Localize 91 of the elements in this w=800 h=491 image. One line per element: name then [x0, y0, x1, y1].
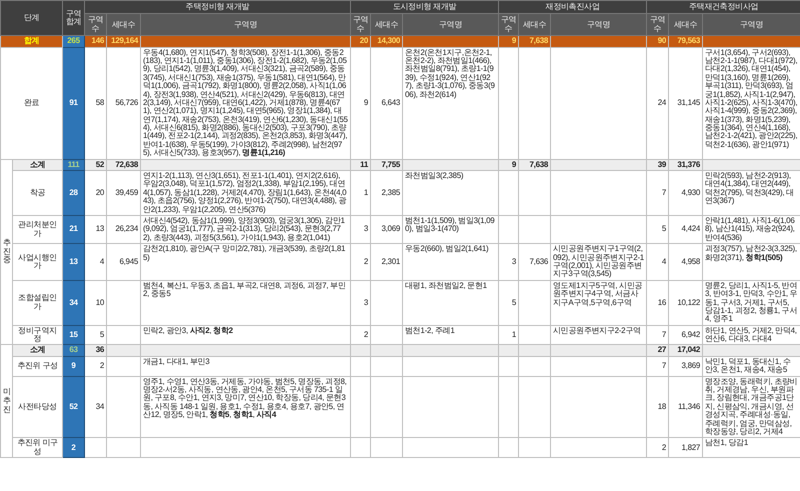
district-names: 구서1(3,654), 구서2(693), 남천2-1-1(987), 다대1(972), 다대2(1,326), 대연1(454), 만덕1(3,160), 명륜1(269), 부곡1(311), 만덕3(693), 엄궁1(1,852), 사직1-1(2,947), 사직1-2(625), 사직1-3(470), 사직1-4(999), 중동2(2,369), 재송1(373), 화명1(5,239), 중동1(364), 연산4(1,168), 남천2-1-2(421), 광안2(225), 덕천2-1(636), 광안1(971) [702, 47, 800, 160]
column-header: 세대수 [370, 14, 403, 36]
group-header: 재정비촉진사업 [498, 0, 647, 14]
count-cell: 2 [84, 356, 106, 376]
household-cell: 31,145 [668, 47, 703, 160]
count-cell: 3 [350, 280, 371, 326]
count-cell: 1 [350, 170, 371, 216]
count-cell: 7 [646, 170, 669, 216]
district-names: 범천4, 복산1, 우동3, 초읍1, 부곡2, 대연8, 괴정6, 괴정7, 부민2, 중동5 [140, 280, 351, 326]
district-names: 안락1(1,481), 사직1-6(1,068), 남산1(415), 재송2(924), 반여4(536) [702, 215, 800, 244]
district-names: 명장조양, 동래럭키, 초량비취, 거제경남, 우신, 부원파크, 장림현대, 개금주공1단지, 신평삼익, 개금시영, 선경성지곡, 주례대성·동일, 주례럭키, 엄궁, 만덕삼성, 학장동양, 당리2, 거제4 [702, 376, 800, 438]
column-header: 구역명 [702, 14, 800, 36]
household-cell: 4,424 [668, 215, 703, 244]
total-cell: 21 [62, 215, 84, 244]
total-cell: 9 [62, 356, 84, 376]
household-cell: 56,726 [106, 47, 140, 160]
household-cell: 4,930 [668, 170, 703, 216]
count-cell: 24 [646, 47, 669, 160]
count-cell: 4 [84, 244, 106, 280]
total-cell: 34 [62, 280, 84, 326]
group-header: 주택재건축정비사업 [646, 0, 800, 14]
count-cell: 2 [350, 244, 371, 280]
group-header: 도시정비형 재개발 [350, 0, 499, 14]
household-cell: 6,643 [370, 47, 403, 160]
count-cell: 2 [646, 438, 669, 458]
column-header: 단계 [0, 0, 62, 36]
column-header: 구역수 [350, 14, 371, 36]
household-cell: 6,945 [106, 244, 140, 280]
group-label: 미추진 [3, 388, 11, 414]
column-header: 구역수 [646, 14, 669, 36]
household-cell: 3,069 [370, 215, 403, 244]
count-cell: 9 [350, 47, 371, 160]
column-header: 구역수 [84, 14, 106, 36]
count-cell: 16 [646, 280, 669, 326]
district-names: 영도제1지구5구역, 시민공원주변지구4구역, 서금사지구A구역,5구역,6구역 [550, 280, 647, 326]
count-cell: 20 [84, 170, 106, 216]
column-header: 세대수 [668, 14, 703, 36]
household-cell: 10,122 [668, 280, 703, 326]
district-names: 괴정3(757), 남천2-3(3,325), 화명2(371), 청학1(505) [702, 244, 800, 280]
column-header: 구역 합계 [62, 0, 84, 36]
district-names: 명륜2, 당리1, 사직1-5, 반여3, 반여3-1, 만덕3, 수안1, 우동1, 구서3, 거제1, 구서5, 당감1-1, 괴정2, 청룡1, 구서4, 영주1 [702, 280, 800, 326]
district-names: 서대신4(542), 동삼1(1,999), 양정3(903), 엄궁3(1,305), 감만1(9,092), 엄궁1(1,777), 금곡2-1(313), 당리2(543), 문현3(2,772), 초량3(443), 괴정5(3,561), 가야1(1,943), 용호2(1,041) [140, 215, 351, 244]
district-names: 우동4(1,680), 연지1(547), 청학3(508), 장전1-1(1,306), 중동2(183), 연지1-1(1,011), 중동1(306), 장전1-2(1,682), 우동2(1,059), 당리1(542), 명륜3(1,409), 서대신3(321), 금곡2(589), 중동3(745), 서대신1(753), 재송1(375), 우동1(581), 대연1(564), 만덕1(1,006), 금곡1(792), 화명1(800), 명륜2(2,058), 사직1(1,064), 장전3(1,938), 연산4(521), 서대신2(429), 우동6(813), 대연2(3,149), 서대신7(959), 대연6(1,422), 거제1(878), 명륜4(671), 연산2(1,071), 명지1(1,245), 대연5(965), 영장1(1,384), 대연7(1,174), 재송2(753), 온천3(419), 연산6(1,230), 동대신1(554), 서대신6(815), 화명2(886), 동대신2(503), 구포3(790), 초량1(449), 전포2-1(2,144), 괴정2(835), 온천2(3,853), 화명3(447), 반여1-1(638), 우동5(199), 가야3(812), 주례2(998), 남천2(975), 서대신5(733), 용호3(957), 명륜1(1,216) [140, 47, 351, 160]
count-cell: 7 [646, 356, 669, 376]
district-names: 시민공원주변지구1구역(2,092), 시민공원주변지구2-1구역(2,001), 시민공원주변지구3구역(3,545) [550, 244, 647, 280]
count-cell: 5 [646, 215, 669, 244]
count-cell: 18 [646, 376, 669, 438]
district-names: 민락2(593), 남천2-2(913), 대연4(1,384), 대연2(449), 덕천2(795), 덕천3(429), 대연3(367) [702, 170, 800, 216]
total-cell: 2 [62, 438, 84, 458]
column-header: 세대수 [518, 14, 551, 36]
household-cell: 39,459 [106, 170, 140, 216]
household-cell: 2,301 [370, 244, 403, 280]
district-names: 연지1-2(1,113), 연산3(1,651), 전포1-1(1,401), 연지2(2,616), 우암2(3,048), 덕포1(1,572), 엄정2(1,338), 부암1(2,195), 대연4(1,057), 동삼1(1,228), 거제2(4,470), 장림1(1,643), 온천4(4,043), 초읍2(756), 양정1(2,276), 반여1-2(750), 대연3(4,488), 광안2(1,233), 우암1(2,205), 연산5(376) [140, 170, 351, 216]
column-header: 구역명 [550, 14, 647, 36]
household-cell: 26,234 [106, 215, 140, 244]
district-names: 감천2(1,810), 광안A(구 망미2/2,781), 개금3(539), 초량2(1,815) [140, 244, 351, 280]
count-cell: 58 [84, 47, 106, 160]
group-label: 추진중 [3, 238, 11, 266]
district-names: 대평1, 좌천범일2, 문현1 [402, 280, 499, 326]
household-cell: 11,346 [668, 376, 703, 438]
count-cell: 3 [498, 244, 519, 280]
district-names: 낙민1, 덕포1, 동대신1, 수안3, 온천1, 재송4, 재송5 [702, 356, 800, 376]
household-cell: 4,958 [668, 244, 703, 280]
count-cell: 5 [498, 280, 519, 326]
district-names: 우동2(660), 범일2(1,641) [402, 244, 499, 280]
column-header: 세대수 [106, 14, 140, 36]
district-names: 개금1, 다대1, 부민3 [140, 356, 351, 376]
district-names: 영주1, 수영1, 연산3동, 거제동, 가야동, 범천5, 명장동, 괴정8, 명장2-서2동, 사직동, 연산동, 광안4, 온천5, 구서동 735-1 일원, 구포8, 수안1, 연지3, 망미7, 연산10, 학장동, 당리4, 문현3동, 사직동 148-1 일원, 용호1, 수정1, 용호4, 용호7, 광안5, 연산12, 명장5, 안락1, 청학5, 청학1, 사직4 [140, 376, 351, 438]
total-cell: 91 [62, 47, 84, 160]
district-names: 좌천범일3(2,385) [402, 170, 499, 216]
count-cell: 4 [646, 244, 669, 280]
total-cell: 13 [62, 244, 84, 280]
column-header: 구역명 [140, 14, 351, 36]
district-names: 남천1, 당감1 [702, 438, 800, 458]
count-cell: 3 [350, 215, 371, 244]
count-cell: 10 [84, 280, 106, 326]
column-header: 구역수 [498, 14, 519, 36]
district-names: 온천2(온천1지구,온천2-1,온천2-2), 좌천범일1(466), 좌천범일8(791), 초량1-1(939), 수정1(924), 연산1(927), 초량1-3(1,076), 중동3(906), 좌천2(614) [402, 47, 499, 160]
household-cell: 7,636 [518, 244, 551, 280]
total-cell: 28 [62, 170, 84, 216]
total-label: 합계 [0, 36, 62, 48]
household-cell: 1,827 [668, 438, 703, 458]
household-cell: 3,869 [668, 356, 703, 376]
group-header: 주택정비형 재개발 [84, 0, 351, 14]
count-cell: 13 [84, 215, 106, 244]
total-cell: 52 [62, 376, 84, 438]
count-cell: 34 [84, 376, 106, 438]
total-cell: 15 [62, 325, 84, 345]
district-names: 범천1-1(1,509), 범일3(1,090), 범일3-1(470) [402, 215, 499, 244]
household-cell: 2,385 [370, 170, 403, 216]
column-header: 구역명 [402, 14, 499, 36]
